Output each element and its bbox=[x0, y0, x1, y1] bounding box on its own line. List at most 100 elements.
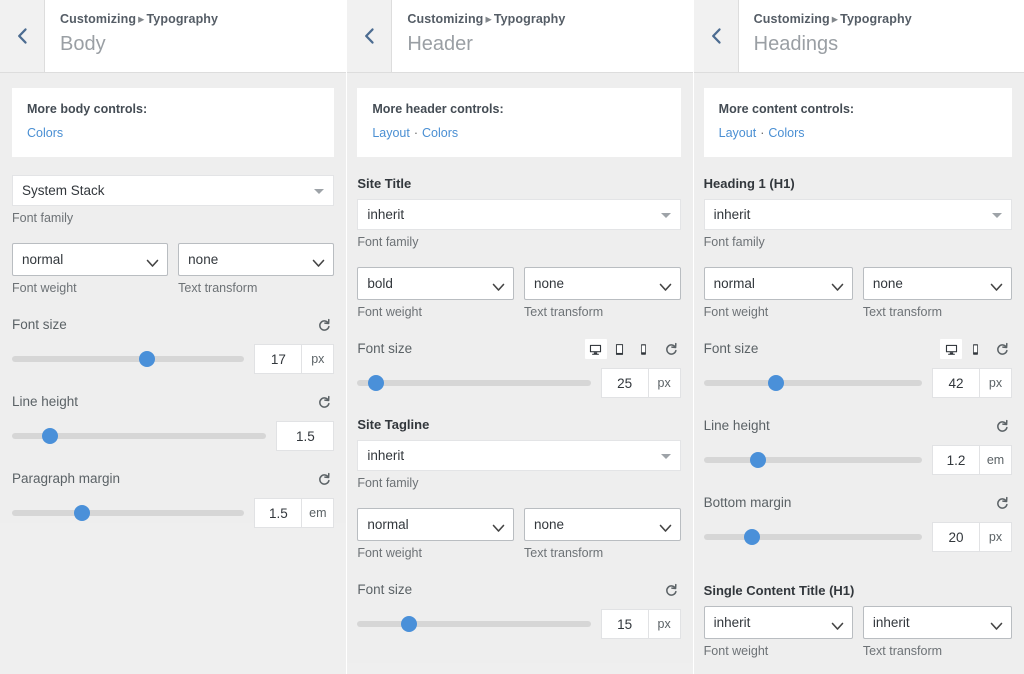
back-button[interactable] bbox=[0, 0, 45, 72]
font-weight-control: bold Font weight bbox=[357, 267, 514, 321]
font-family-value: inherit bbox=[713, 207, 751, 222]
paragraph-margin-slider[interactable] bbox=[12, 498, 245, 528]
slider-thumb[interactable] bbox=[138, 351, 155, 367]
breadcrumb: Customizing ▸ Typography bbox=[754, 11, 912, 28]
font-weight-value: normal bbox=[22, 252, 64, 267]
font-family-select[interactable]: inherit bbox=[357, 199, 681, 230]
reset-icon[interactable] bbox=[314, 315, 334, 335]
tablet-icon[interactable] bbox=[609, 339, 631, 359]
font-weight-select[interactable]: normal bbox=[12, 243, 169, 276]
text-transform-label: Text transform bbox=[524, 546, 604, 560]
paragraph-margin-input[interactable]: 1.5 bbox=[254, 498, 303, 528]
slider-thumb[interactable] bbox=[42, 428, 59, 444]
reset-icon[interactable] bbox=[992, 493, 1012, 513]
value-group: 42 px bbox=[932, 368, 1013, 398]
chevron-left-icon bbox=[710, 27, 722, 45]
mobile-icon[interactable] bbox=[633, 339, 655, 359]
notice-title: More body controls: bbox=[27, 102, 148, 116]
chevron-down-icon bbox=[990, 280, 1003, 295]
line-height-slider[interactable] bbox=[703, 445, 923, 475]
text-transform-select[interactable]: none bbox=[524, 267, 681, 300]
desktop-icon[interactable] bbox=[584, 339, 607, 359]
font-weight-select[interactable]: normal bbox=[703, 267, 853, 300]
reset-icon[interactable] bbox=[661, 580, 681, 600]
font-size-input[interactable]: 42 bbox=[932, 368, 981, 398]
more-controls-notice: More content controls: Layout · Colors bbox=[703, 88, 1013, 157]
font-weight-control: normal Font weight bbox=[12, 243, 169, 297]
font-size-slider[interactable] bbox=[12, 344, 245, 374]
text-transform-value: none bbox=[872, 276, 903, 291]
back-button[interactable] bbox=[693, 0, 739, 72]
font-family-select[interactable]: inherit bbox=[357, 440, 681, 471]
slider-track bbox=[12, 510, 245, 516]
notice-link-colors[interactable]: Colors bbox=[768, 126, 804, 140]
desktop-icon[interactable] bbox=[940, 339, 963, 359]
slider-thumb[interactable] bbox=[367, 375, 384, 391]
text-transform-value: inherit bbox=[872, 615, 910, 630]
text-transform-control: none Text transform bbox=[524, 508, 681, 562]
font-size-slider[interactable] bbox=[357, 609, 591, 639]
font-weight-select[interactable]: normal bbox=[357, 508, 514, 541]
header-titles: Customizing ▸ Typography Headings bbox=[739, 0, 912, 72]
font-family-label: Font family bbox=[703, 235, 765, 249]
slider-thumb[interactable] bbox=[750, 452, 767, 468]
font-size-slider[interactable] bbox=[357, 368, 591, 398]
breadcrumb-root: Customizing bbox=[753, 12, 830, 26]
font-weight-select[interactable]: inherit bbox=[703, 606, 853, 639]
reset-icon[interactable] bbox=[314, 392, 334, 412]
notice-link-colors[interactable]: Colors bbox=[422, 126, 458, 140]
font-weight-control: normal Font weight bbox=[357, 508, 514, 562]
breadcrumb-separator-icon: ▸ bbox=[831, 12, 839, 26]
reset-icon[interactable] bbox=[992, 416, 1012, 436]
slider-thumb[interactable] bbox=[400, 616, 417, 632]
reset-icon[interactable] bbox=[992, 339, 1012, 359]
font-weight-select[interactable]: bold bbox=[357, 267, 514, 300]
font-size-unit: px bbox=[302, 344, 335, 374]
paragraph-margin-unit: em bbox=[302, 498, 335, 528]
reset-icon[interactable] bbox=[661, 339, 681, 359]
mobile-icon[interactable] bbox=[964, 339, 986, 359]
font-weight-control: normal Font weight bbox=[703, 267, 853, 321]
font-family-select[interactable]: inherit bbox=[703, 199, 1013, 230]
line-height-slider[interactable] bbox=[12, 421, 267, 451]
device-preview-toggle bbox=[940, 339, 1012, 359]
font-size-slider[interactable] bbox=[703, 368, 923, 398]
value-group: 20 px bbox=[932, 522, 1013, 552]
control-header: Font size bbox=[12, 315, 334, 335]
bottom-margin-input[interactable]: 20 bbox=[932, 522, 981, 552]
control-tools bbox=[310, 392, 334, 412]
text-transform-select[interactable]: inherit bbox=[862, 606, 1013, 639]
page-title: Body bbox=[60, 33, 106, 55]
value-group: 1.2 em bbox=[932, 445, 1013, 475]
text-transform-select[interactable]: none bbox=[178, 243, 335, 276]
line-height-input[interactable]: 1.2 bbox=[932, 445, 981, 475]
slider-row: 17 px bbox=[12, 344, 335, 374]
breadcrumb-separator-icon: ▸ bbox=[485, 12, 492, 26]
slider-thumb[interactable] bbox=[73, 505, 90, 521]
text-transform-select[interactable]: none bbox=[862, 267, 1013, 300]
controls-group: Heading 1 (H1) inherit Font family norma… bbox=[694, 175, 1024, 674]
line-height-input[interactable]: 1.5 bbox=[276, 421, 335, 451]
notice-link-layout[interactable]: Layout bbox=[719, 126, 757, 140]
value-group: 25 px bbox=[600, 368, 681, 398]
font-size-input[interactable]: 17 bbox=[254, 344, 303, 374]
font-size-input[interactable]: 25 bbox=[600, 368, 649, 398]
weight-transform-row: normal Font weight none Text transform bbox=[12, 243, 335, 297]
bottom-margin-slider[interactable] bbox=[703, 522, 923, 552]
slider-row: 15 px bbox=[357, 609, 681, 639]
slider-thumb[interactable] bbox=[743, 529, 760, 545]
slider-thumb[interactable] bbox=[767, 375, 784, 391]
chevron-down-icon bbox=[831, 619, 844, 634]
text-transform-select[interactable]: none bbox=[524, 508, 681, 541]
notice-link-layout[interactable]: Layout bbox=[372, 126, 410, 140]
line-height-unit: em bbox=[980, 445, 1013, 475]
font-size-input[interactable]: 15 bbox=[600, 609, 649, 639]
reset-icon[interactable] bbox=[314, 469, 334, 489]
font-weight-label: Font weight bbox=[703, 305, 769, 319]
notice-link-colors[interactable]: Colors bbox=[27, 126, 63, 140]
slider-track bbox=[703, 457, 923, 463]
back-button[interactable] bbox=[347, 0, 393, 72]
font-family-select[interactable]: System Stack bbox=[12, 175, 335, 206]
text-transform-label: Text transform bbox=[524, 305, 604, 319]
font-weight-value: normal bbox=[713, 276, 755, 291]
